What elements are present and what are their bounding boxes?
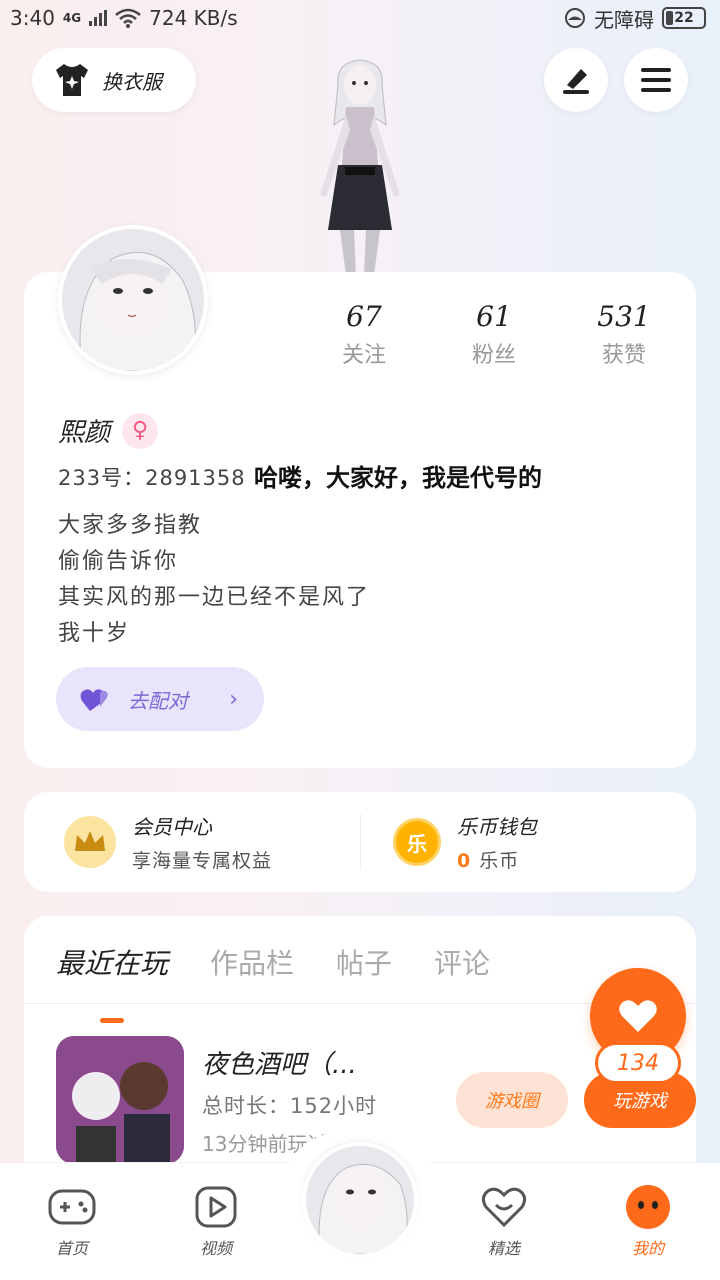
stats-row: 67 关注 61 粉丝 531 获赞 (304, 300, 684, 369)
pen-icon (563, 69, 589, 94)
nav-home[interactable]: 首页 (22, 1183, 122, 1259)
accessibility-label: 无障碍 (594, 7, 654, 32)
nav-featured-label: 精选 (487, 1239, 520, 1258)
stat-fans[interactable]: 61 粉丝 (434, 300, 554, 369)
game-title: 夜色酒吧（... (202, 1050, 357, 1080)
nav-home-label: 首页 (55, 1239, 88, 1258)
likes-count: 531 (597, 300, 651, 333)
accessibility-icon (565, 8, 585, 28)
nav-center-avatar[interactable] (302, 1142, 418, 1258)
nav-video-label: 视频 (199, 1239, 232, 1258)
bio-line: 偷偷告诉你 (58, 549, 179, 574)
following-count: 67 (346, 300, 382, 333)
nickname: 熙颜 (58, 418, 111, 448)
game-circle-button[interactable]: 游戏圈 (456, 1072, 568, 1128)
menu-button[interactable] (624, 48, 688, 112)
heart-icon (619, 1000, 657, 1032)
battery-icon: 22 (662, 7, 706, 29)
female-icon: ♀ (122, 412, 159, 449)
member-wallet-card: 会员中心 享海量专属权益 乐 乐币钱包 0 乐币 (24, 792, 696, 892)
bio-line: 我十岁 (58, 621, 131, 646)
fans-count: 61 (476, 300, 512, 333)
change-outfit-label: 换衣服 (102, 69, 162, 94)
tab-comments[interactable]: 评论 (434, 942, 490, 1003)
tab-bar: 最近在玩 作品栏 帖子 评论 (24, 916, 696, 1023)
wallet-entry[interactable]: 乐 乐币钱包 0 乐币 (360, 814, 696, 872)
member-center-entry[interactable]: 会员中心 享海量专属权益 (24, 792, 360, 892)
wifi-icon (115, 8, 141, 28)
avatar-character-figure[interactable] (290, 55, 430, 275)
uid-value: 2891358 (145, 466, 246, 490)
nav-mine-label: 我的 (631, 1239, 664, 1258)
chevron-right-icon: › (229, 686, 238, 712)
bio: 大家多多指教 偷偷告诉你 其实风的那一边已经不是风了 我十岁 (58, 508, 370, 652)
tab-posts[interactable]: 帖子 (336, 942, 392, 1003)
double-heart-icon (80, 689, 108, 711)
like-count: 134 (595, 1042, 681, 1084)
network-speed: 724 KB/s (149, 6, 238, 30)
uid-label: 233号： (58, 466, 146, 490)
nav-video[interactable]: 视频 (166, 1183, 266, 1259)
member-subtitle: 享海量专属权益 (132, 850, 273, 872)
greeting-text: 哈喽，大家好，我是代号的 (254, 464, 542, 492)
center-avatar-image (306, 1146, 414, 1254)
signal-icon (89, 10, 108, 26)
change-outfit-button[interactable]: 换衣服 (32, 48, 196, 112)
tshirt-icon (56, 64, 88, 96)
following-label: 关注 (341, 343, 386, 368)
avatar-image (62, 229, 204, 371)
match-button[interactable]: 去配对 › (56, 667, 264, 731)
likes-label: 获赞 (601, 343, 646, 368)
hamburger-icon (641, 68, 671, 92)
status-time: 3:40 (10, 6, 55, 30)
bio-line: 大家多多指教 (58, 513, 203, 538)
game-total-time: 总时长：152小时 (202, 1094, 378, 1118)
network-type: 4G (62, 11, 82, 25)
wallet-amount: 0 (457, 850, 472, 872)
heart-outline-icon (480, 1183, 528, 1231)
tab-works[interactable]: 作品栏 (210, 942, 294, 1003)
fans-label: 粉丝 (471, 343, 516, 368)
face-icon (624, 1183, 672, 1231)
tab-recently-played[interactable]: 最近在玩 (56, 942, 168, 1023)
play-icon (192, 1183, 240, 1231)
coin-icon: 乐 (393, 818, 441, 866)
stat-following[interactable]: 67 关注 (304, 300, 424, 369)
nav-mine[interactable]: 我的 (598, 1183, 698, 1259)
stat-likes[interactable]: 531 获赞 (564, 300, 684, 369)
edit-button[interactable] (544, 48, 608, 112)
nav-featured[interactable]: 精选 (454, 1183, 554, 1259)
bio-line: 其实风的那一边已经不是风了 (58, 585, 371, 610)
status-bar: 3:40 4G 724 KB/s 无障碍 22 (0, 0, 720, 36)
uid-row[interactable]: 233号： 2891358 (58, 462, 246, 492)
nickname-row: 熙颜 ♀ (58, 412, 159, 449)
match-label: 去配对 (128, 688, 188, 713)
wallet-unit: 乐币 (479, 850, 520, 872)
member-title: 会员中心 (132, 815, 212, 839)
crown-icon (64, 816, 116, 868)
wallet-title: 乐币钱包 (457, 815, 537, 839)
game-thumbnail[interactable] (56, 1036, 184, 1164)
profile-avatar[interactable] (58, 225, 208, 375)
gamepad-icon (48, 1183, 96, 1231)
battery-level: 22 (674, 10, 694, 26)
